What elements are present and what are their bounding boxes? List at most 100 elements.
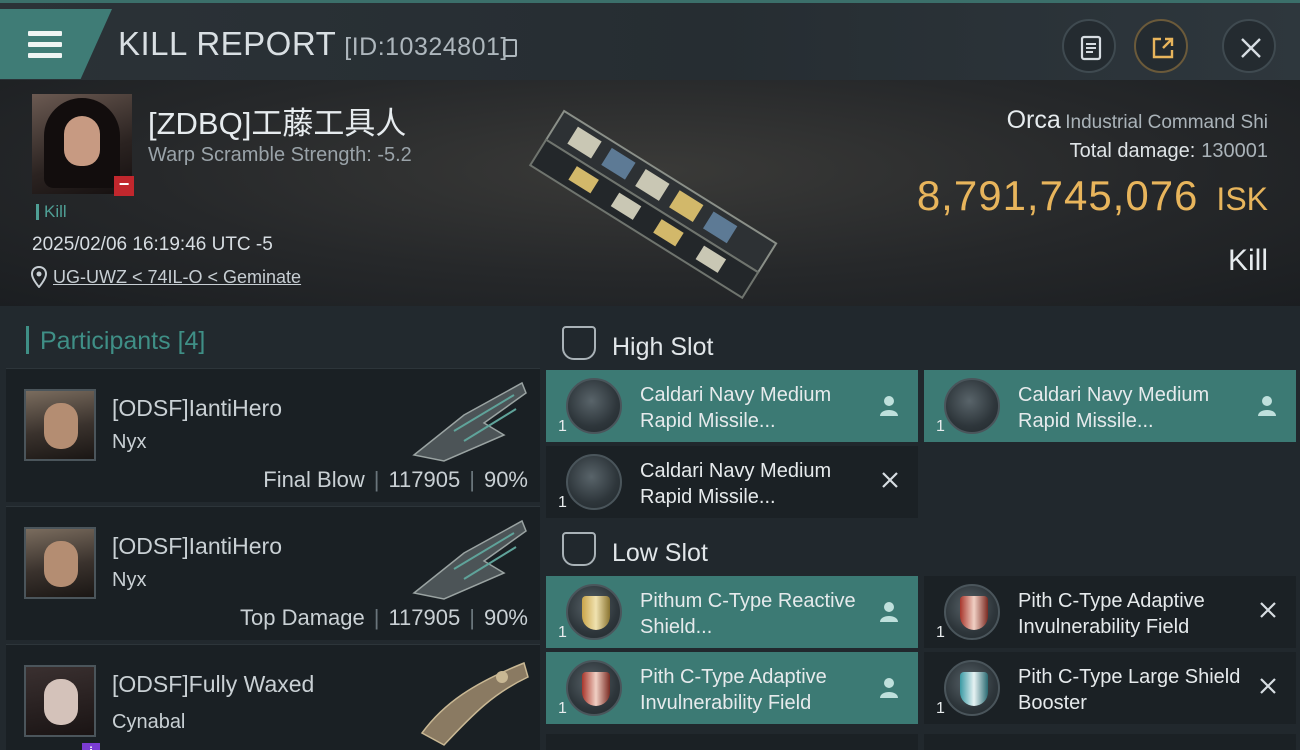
alliance-badge: i [82,743,100,750]
participant-damage: 117905 [388,605,461,630]
total-damage: Total damage: 130001 [1070,140,1268,163]
participant-percent: 90% [483,605,528,630]
person-icon [880,678,898,698]
module-item[interactable]: 1 Caldari Navy Medium Rapid Missile... [546,446,918,518]
module-quantity: 1 [558,624,567,641]
participant-avatar[interactable] [24,527,96,599]
participant-row[interactable]: i [ODSF]Fully Waxed Cynabal [6,644,540,750]
module-quantity: 1 [558,418,567,435]
separator: | [373,605,380,630]
isk-unit: ISK [1216,181,1268,217]
participants-label: Participants [40,327,171,355]
victim-ship-line: Orca Industrial Command Shi [1007,106,1268,135]
separator: | [469,605,475,630]
missile-launcher-icon [566,454,622,510]
location-pin-icon [30,266,48,288]
module-quantity: 1 [558,494,567,511]
module-item[interactable]: 1 Pith C-Type Adaptive Invulnerability F… [546,652,918,724]
participant-ship-image [420,661,529,746]
participant-name: [ODSF]IantiHero [112,395,282,421]
close-icon [1241,38,1261,58]
high-slot-title: High Slot [612,333,714,361]
shield-module-icon [566,660,622,716]
shield-icon [582,596,610,630]
low-slot-icon [562,532,596,566]
avatar-face [44,679,78,725]
victim-name[interactable]: [ZDBQ]工藤工具人 [148,98,406,143]
clipboard-button[interactable] [1062,19,1116,73]
total-damage-label: Total damage: [1069,140,1196,162]
shield-module-icon [944,584,1000,640]
share-button[interactable] [1134,19,1188,73]
low-slot-header: Low Slot [540,520,1300,578]
module-item[interactable]: 1 Caldari Navy Medium Rapid Missile... [546,370,918,442]
person-icon [880,602,898,622]
participant-stats: Top Damage | 117905 | 90% [240,605,528,631]
warp-scramble-strength: Warp Scramble Strength: -5.2 [148,144,412,166]
close-icon [1260,602,1276,618]
hostile-badge: − [114,175,134,196]
participant-avatar[interactable] [24,389,96,461]
shield-icon [960,672,988,706]
close-button[interactable] [1222,19,1276,73]
participant-row[interactable]: [ODSF]IantiHero Nyx Top Damage | 117905 | 90… [6,506,540,640]
module-item-partial[interactable] [924,734,1296,750]
shield-icon [582,672,610,706]
window-title-text: KILL REPORT [118,25,337,62]
close-icon [1260,678,1276,694]
participant-ship-image [412,519,527,600]
fitting-panel: High Slot 1 Caldari Navy Medium Rapid Mi… [540,306,1300,750]
copy-icon[interactable] [503,39,517,57]
module-quantity: 1 [558,700,567,717]
participant-ship: Nyx [112,431,147,453]
total-damage-value: 130001 [1201,140,1268,162]
separator: | [373,467,380,492]
module-item[interactable]: 1 Pith C-Type Adaptive Invulnerability F… [924,576,1296,648]
menu-button[interactable] [0,9,112,79]
module-item[interactable]: 1 Caldari Navy Medium Rapid Missile... [924,370,1296,442]
participant-row[interactable]: [ODSF]IantiHero Nyx Final Blow | 117905 | 90… [6,368,540,502]
module-name: Caldari Navy Medium Rapid Missile... [640,460,832,508]
missile-launcher-icon [566,378,622,434]
participant-role: Final Blow [263,467,365,492]
victim-ship-class: Industrial Command Shi [1065,112,1268,133]
participant-ship: Cynabal [112,711,186,733]
share-icon [1152,37,1174,59]
module-quantity: 1 [936,624,945,641]
shield-module-icon [944,660,1000,716]
isk-value: 8,791,745,076 ISK [917,172,1268,220]
victim-ship-name[interactable]: Orca [1007,106,1061,134]
participant-percent: 90% [483,467,528,492]
module-quantity: 1 [936,700,945,717]
victim-ship-image [528,109,778,300]
module-item[interactable]: 1 Pith C-Type Large Shield Booster [924,652,1296,724]
module-name: Caldari Navy Medium Rapid Missile... [640,384,832,432]
high-slot-header: High Slot [540,314,1300,372]
participant-role: Top Damage [239,605,365,630]
participant-ship-image [412,381,527,462]
participants-header: Participants [4] [0,314,540,370]
module-name: Pith C-Type Large Shield Booster [1018,666,1241,714]
low-slot-title: Low Slot [612,539,708,567]
person-icon [880,396,898,416]
clipboard-icon [1080,35,1102,61]
participant-avatar[interactable] [24,665,96,737]
module-item[interactable]: 1 Pithum C-Type Reactive Shield... [546,576,918,648]
module-name: Pith C-Type Adaptive Invulnerability Fie… [1018,590,1205,638]
avatar-face [44,541,78,587]
module-item-partial[interactable] [546,734,918,750]
close-icon [882,472,898,488]
module-quantity: 1 [936,418,945,435]
isk-amount: 8,791,745,076 [916,172,1199,219]
participant-damage: 117905 [388,467,461,492]
shield-module-icon [566,584,622,640]
participant-ship: Nyx [112,569,147,591]
participants-panel: Participants [4] [ODSF]IantiHero Nyx Fin… [0,306,540,750]
module-name: Pith C-Type Adaptive Invulnerability Fie… [640,666,827,714]
person-icon [1258,396,1276,416]
kill-datetime: 2025/02/06 16:19:46 UTC -5 [32,234,273,255]
title-bar: KILL REPORT [ID:10324801] [0,0,1300,80]
participant-name: [ODSF]Fully Waxed [112,671,315,697]
location-link[interactable]: UG-UWZ < 74IL-O < Geminate [53,267,301,288]
kill-result: Kill [1227,244,1268,277]
